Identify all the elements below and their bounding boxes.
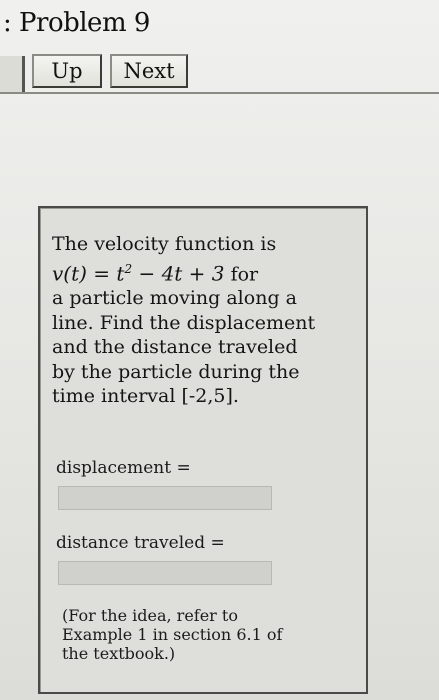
problem-line-2: line. Find the displacement — [52, 311, 316, 334]
distance-label: distance traveled = — [56, 533, 225, 553]
page: : Problem 9 Up Next The velocity functio… — [0, 0, 439, 700]
equation-lhs: v(t) = t — [52, 260, 125, 285]
distance-input[interactable] — [58, 561, 272, 585]
problem-line-4: by the particle during the — [52, 360, 300, 383]
problem-line-3: and the distance traveled — [52, 336, 298, 359]
problem-line-1: a particle moving along a — [52, 287, 297, 310]
equation-for: for — [224, 262, 259, 285]
hint-line-2: Example 1 in section 6.1 of — [62, 625, 283, 644]
problem-equation-line: v(t) = t2 − 4t + 3 for — [52, 257, 352, 287]
displacement-input[interactable] — [58, 486, 272, 510]
equation-exponent: 2 — [124, 261, 133, 276]
nav-divider — [0, 92, 439, 94]
problem-line-intro: The velocity function is — [52, 233, 277, 255]
nav-left-edge — [0, 56, 25, 92]
hint-line-1: (For the idea, refer to — [62, 606, 238, 625]
page-title: : Problem 9 — [3, 8, 150, 38]
next-button[interactable]: Next — [110, 54, 188, 88]
header: : Problem 9 — [0, 0, 439, 48]
displacement-label: displacement = — [56, 458, 191, 478]
problem-text: The velocity function is v(t) = t2 − 4t … — [52, 232, 352, 409]
problem-panel: The velocity function is v(t) = t2 − 4t … — [38, 206, 368, 694]
problem-line-5: time interval [-2,5]. — [52, 385, 239, 408]
hint-line-3: the textbook.) — [62, 644, 176, 663]
up-button[interactable]: Up — [32, 54, 102, 88]
hint-text: (For the idea, refer to Example 1 in sec… — [62, 606, 332, 663]
equation-rhs: − 4t + 3 — [132, 260, 225, 285]
navigation-bar: Up Next — [0, 52, 439, 96]
